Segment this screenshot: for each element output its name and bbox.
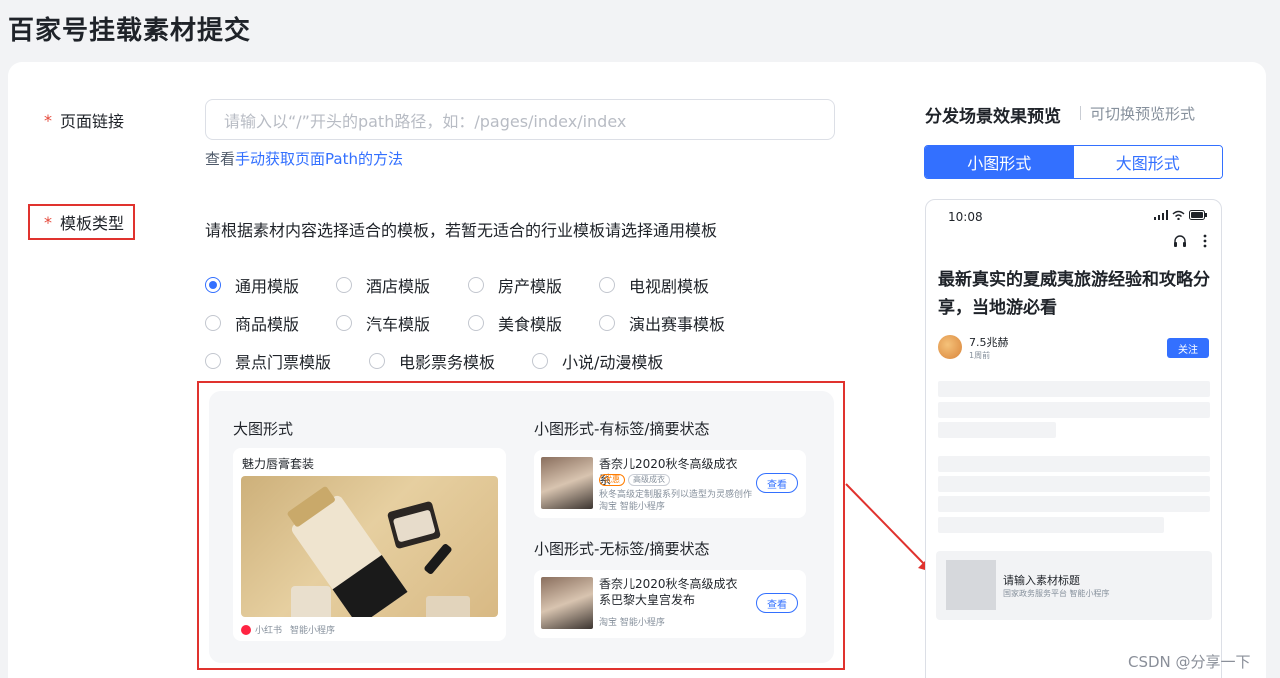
radio-row: 通用模版 酒店模版 房产模版 电视剧模板 [205,266,845,304]
small-card-with-tags: 香奈儿2020秋冬高级成衣系 优惠 高级成衣 秋冬高级定制服系列以造型为灵感创作… [534,450,806,518]
battery-icon [1189,210,1207,220]
material-title: 请输入素材标题 [1003,574,1080,587]
radio-dot [336,315,352,331]
material-card: 请输入素材标题 国家政务服务平台 智能小程序 [936,551,1212,620]
radio-movie-ticket[interactable]: 电影票务模板 [369,349,532,373]
more-icon[interactable] [1203,234,1207,248]
signal-icon [1154,210,1168,220]
small-tag-title: 小图形式-有标签/摘要状态 [534,420,710,438]
preview-title: 分发场景效果预览 [925,107,1061,127]
avatar [938,335,962,359]
radio-goods[interactable]: 商品模版 [205,311,336,335]
path-help-link[interactable]: 手动获取页面Path的方法 [235,150,403,168]
skeleton-line [938,381,1210,397]
material-thumbnail [946,560,996,610]
category-tag: 高级成衣 [628,474,670,486]
radio-dot [468,277,484,293]
skeleton-line [938,422,1056,438]
path-help: 查看手动获取页面Path的方法 [205,148,403,169]
headphones-icon[interactable] [1173,235,1187,247]
template-example-panel: 大图形式 魅力唇膏套装 小红书 智能小程序 小图形式-有标签/摘要状态 香奈儿2… [209,391,834,663]
radio-dot [336,277,352,293]
small-card-source: 淘宝 智能小程序 [599,502,665,512]
radio-hotel[interactable]: 酒店模版 [336,273,468,297]
small-notag-title: 小图形式-无标签/摘要状态 [534,540,710,558]
fashion-thumbnail [541,457,593,509]
tab-small-image[interactable]: 小图形式 [925,146,1074,178]
material-source: 国家政务服务平台 智能小程序 [1003,589,1110,598]
xiaohongshu-icon [241,624,251,635]
radio-dot [205,315,221,331]
page-link-label-text: 页面链接 [60,112,125,131]
discount-tag: 优惠 [599,474,625,486]
small-card-title: 香奈儿2020秋冬高级成衣系巴黎大皇宫发布 [599,577,738,607]
status-time: 10:08 [948,210,983,224]
required-mark: * [44,110,52,130]
radio-dot [468,315,484,331]
template-example-box: 大图形式 魅力唇膏套装 小红书 智能小程序 小图形式-有标签/摘要状态 香奈儿2… [197,381,845,670]
radio-show-event[interactable]: 演出赛事模板 [599,311,725,335]
radio-car[interactable]: 汽车模版 [336,311,468,335]
skeleton-line [938,402,1210,418]
radio-food[interactable]: 美食模版 [468,311,599,335]
template-type-label-text: 模板类型 [60,214,125,233]
radio-realestate[interactable]: 房产模版 [468,273,599,297]
skeleton-line [938,456,1210,472]
small-card-source: 淘宝 智能小程序 [599,618,665,628]
article-headline: 最新真实的夏威夷旅游经验和攻略分享，当地游必看 [938,270,1210,318]
tab-big-image[interactable]: 大图形式 [1073,146,1222,178]
arrow-icon [845,483,932,572]
radio-dot [205,353,221,369]
radio-dot [599,315,615,331]
required-mark: * [44,212,52,232]
radio-dot [599,277,615,293]
view-button[interactable]: 查看 [756,593,798,613]
preview-subtitle: 可切换预览形式 [1090,105,1196,123]
status-bar-icons [1154,210,1207,220]
radio-novel-anime[interactable]: 小说/动漫模板 [532,349,663,373]
big-card-footer: 小红书 智能小程序 [241,623,335,636]
product-image [241,476,498,617]
radio-dot [205,277,221,293]
big-card-title: 魅力唇膏套装 [242,457,315,471]
radio-general[interactable]: 通用模版 [205,273,336,297]
author-time: 1周前 [969,351,991,360]
view-button[interactable]: 查看 [756,473,798,493]
page-link-placeholder: 请输入以“/”开头的path路径，如：/pages/index/index [224,111,627,131]
follow-button[interactable]: 关注 [1167,338,1209,358]
author-name: 7.5兆赫 [969,336,1009,349]
divider [1080,106,1081,120]
skeleton-line [938,476,1210,492]
radio-tv-series[interactable]: 电视剧模板 [599,273,709,297]
skeleton-line [938,496,1210,512]
template-type-label: * 模板类型 [28,204,135,240]
phone-toolbar [1173,234,1207,248]
radio-dot [532,353,548,369]
big-image-card: 魅力唇膏套装 小红书 智能小程序 [233,448,506,641]
page-link-input[interactable]: 请输入以“/”开头的path路径，如：/pages/index/index [205,99,835,140]
radio-scenic-ticket[interactable]: 景点门票模版 [205,349,369,373]
watermark: CSDN @分享一下 [1128,653,1251,671]
wifi-icon [1172,210,1185,220]
radio-row: 商品模版 汽车模版 美食模版 演出赛事模板 [205,304,845,342]
fashion-thumbnail [541,577,593,629]
template-radio-group: 通用模版 酒店模版 房产模版 电视剧模板 商品模版 汽车模版 美食模版 演出赛事… [205,266,845,380]
skeleton-line [938,517,1164,533]
small-card-no-tags: 香奈儿2020秋冬高级成衣系巴黎大皇宫发布 淘宝 智能小程序 查看 [534,570,806,638]
page-link-label: * 页面链接 [44,108,124,132]
phone-preview: 10:08 最新真实的夏威夷旅游经验和攻略分享，当地游必看 7.5兆赫 1周前 … [925,199,1222,678]
preview-mode-switch: 小图形式 大图形式 [924,145,1223,179]
radio-dot [369,353,385,369]
big-image-title: 大图形式 [233,420,294,438]
cosmetics-illustration [287,486,470,617]
template-description: 请根据素材内容选择适合的模板，若暂无适合的行业模板请选择通用模板 [205,221,718,240]
page-title: 百家号挂载素材提交 [8,16,252,46]
small-card-tags: 优惠 高级成衣 [599,474,670,486]
path-help-prefix: 查看 [205,150,236,168]
radio-row: 景点门票模版 电影票务模板 小说/动漫模板 [205,342,845,380]
